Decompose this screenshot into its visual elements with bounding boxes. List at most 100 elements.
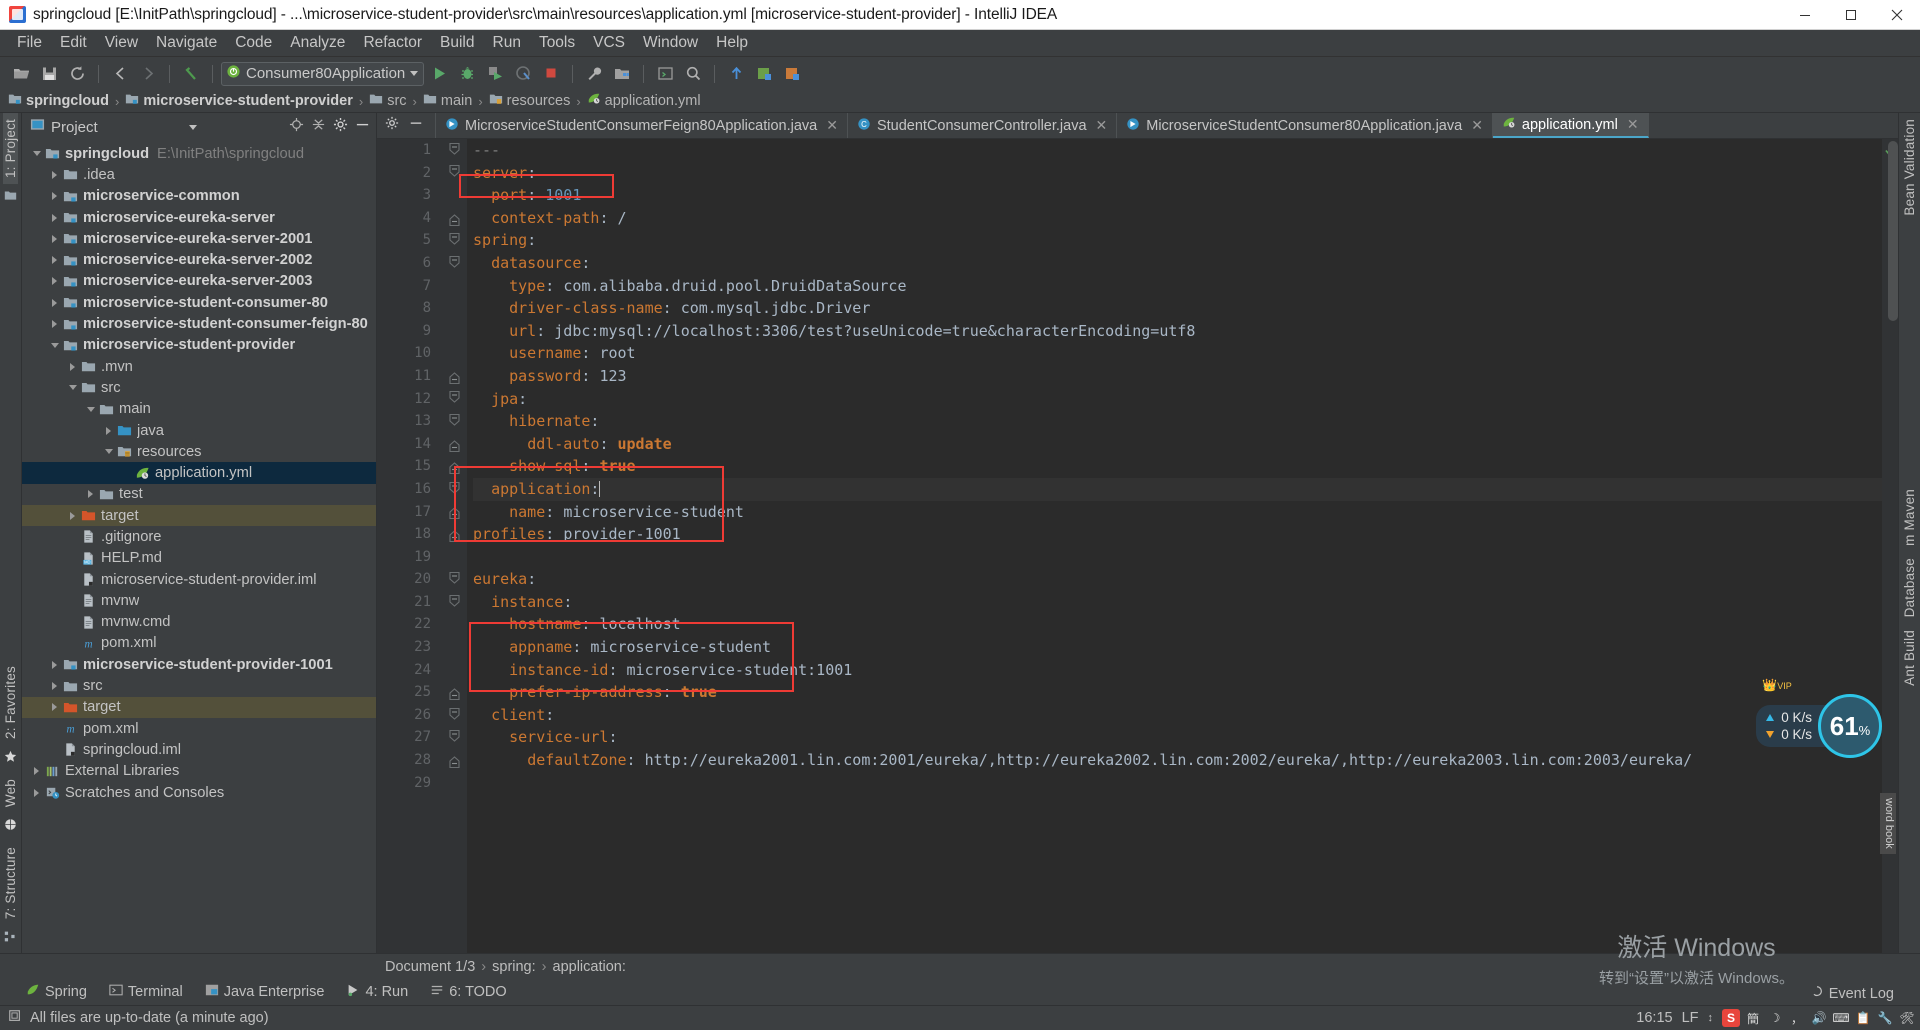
menu-code[interactable]: Code xyxy=(226,31,281,55)
code-line-7[interactable]: type: com.alibaba.druid.pool.DruidDataSo… xyxy=(473,275,1882,298)
menu-vcs[interactable]: VCS xyxy=(584,31,634,55)
tree-node-help-md[interactable]: MD HELP.md xyxy=(22,548,376,569)
code-text-area[interactable]: --- server: port: 1001 context-path: / spr… xyxy=(467,139,1882,953)
fold-region-end-icon[interactable] xyxy=(441,433,467,456)
tree-node-microservice-student-consumer-feign-80[interactable]: microservice-student-consumer-feign-80 xyxy=(22,313,376,334)
toolwindow-java-enterprise[interactable]: Java Enterprise xyxy=(205,983,324,1001)
hide-panel-icon[interactable] xyxy=(409,116,423,135)
code-line-16[interactable]: application: xyxy=(473,477,1882,501)
event-log-button[interactable]: Event Log xyxy=(1810,985,1894,1003)
chevron-right-icon[interactable] xyxy=(48,192,61,201)
close-icon[interactable]: ✕ xyxy=(1096,117,1108,134)
fold-region-end-icon[interactable] xyxy=(441,681,467,704)
settings-gear-icon[interactable] xyxy=(385,116,399,135)
tree-node-scratches-and-consoles[interactable]: Scratches and Consoles xyxy=(22,782,376,803)
code-line-10[interactable]: username: root xyxy=(473,342,1882,365)
chevron-right-icon[interactable] xyxy=(48,660,61,669)
rail-item-project[interactable]: 1: Project xyxy=(3,113,18,185)
tree-node-microservice-student-provider[interactable]: microservice-student-provider xyxy=(22,335,376,356)
tree-node-test[interactable]: test xyxy=(22,484,376,505)
breadcrumb-item-main[interactable]: main xyxy=(423,92,472,110)
chevron-right-icon[interactable] xyxy=(48,298,61,307)
chevron-right-icon[interactable] xyxy=(102,426,115,435)
menu-navigate[interactable]: Navigate xyxy=(147,31,226,55)
tree-node-microservice-student-provider-iml[interactable]: microservice-student-provider.iml xyxy=(22,569,376,590)
editor-scrollbar[interactable] xyxy=(1888,141,1898,321)
close-icon[interactable]: ✕ xyxy=(826,117,838,134)
web-icon[interactable] xyxy=(4,818,17,836)
line-separator-chevron-icon[interactable]: ↕ xyxy=(1708,1012,1714,1024)
star-icon[interactable] xyxy=(4,750,17,768)
code-line-22[interactable]: hostname: localhost xyxy=(473,613,1882,636)
code-line-1[interactable]: --- xyxy=(473,139,1882,162)
chevron-down-icon[interactable] xyxy=(30,151,43,157)
menu-window[interactable]: Window xyxy=(634,31,707,55)
sync-icon[interactable] xyxy=(64,61,90,87)
chevron-down-icon[interactable] xyxy=(102,449,115,455)
toolwindow-todo[interactable]: 6: TODO xyxy=(430,983,507,1001)
code-line-4[interactable]: context-path: / xyxy=(473,207,1882,230)
editor-content[interactable]: 1 2 3 4 5 6 7 8 9 10 11 12 13 14 15 16 17 18 19 20 21 22 23 24 2… xyxy=(377,139,1882,953)
fold-collapse-icon[interactable] xyxy=(441,252,467,275)
tree-node-mvn[interactable]: .mvn xyxy=(22,356,376,377)
code-line-6[interactable]: datasource: xyxy=(473,252,1882,275)
fold-collapse-icon[interactable] xyxy=(441,162,467,185)
fold-collapse-icon[interactable] xyxy=(441,229,467,252)
chevron-right-icon[interactable] xyxy=(66,511,79,520)
chevron-down-icon[interactable] xyxy=(84,406,97,412)
chevron-right-icon[interactable] xyxy=(66,362,79,371)
fold-region-end-icon[interactable] xyxy=(441,365,467,388)
debug-icon[interactable] xyxy=(454,61,480,87)
tree-node-src[interactable]: src xyxy=(22,675,376,696)
code-line-24[interactable]: instance-id: microservice-student:1001 xyxy=(473,659,1882,682)
hide-panel-icon[interactable] xyxy=(355,117,370,137)
save-all-icon[interactable] xyxy=(36,61,62,87)
tree-node-microservice-eureka-server[interactable]: microservice-eureka-server xyxy=(22,207,376,228)
fold-collapse-icon[interactable] xyxy=(441,410,467,433)
tree-node-target[interactable]: target xyxy=(22,696,376,719)
profile-icon[interactable] xyxy=(510,61,536,87)
undo-icon[interactable] xyxy=(178,61,204,87)
tree-node-main[interactable]: main xyxy=(22,399,376,420)
maximize-button[interactable] xyxy=(1828,0,1874,30)
ime-punctuation-icon[interactable]: ， xyxy=(1788,1009,1806,1027)
project-tree[interactable]: springcloud E:\InitPath\springcloud .idea m… xyxy=(22,141,376,953)
tab-application-yml[interactable]: application.yml ✕ xyxy=(1492,113,1649,138)
settings-wrench-icon[interactable] xyxy=(581,61,607,87)
line-separator-indicator[interactable]: LF xyxy=(1682,1010,1699,1026)
rail-item-structure[interactable]: 7: Structure xyxy=(3,841,18,925)
fold-region-end-icon[interactable] xyxy=(441,207,467,230)
stop-icon[interactable] xyxy=(538,61,564,87)
git-update-icon[interactable] xyxy=(723,61,749,87)
open-folder-icon[interactable] xyxy=(8,61,34,87)
code-line-8[interactable]: driver-class-name: com.mysql.jdbc.Driver xyxy=(473,297,1882,320)
chevron-right-icon[interactable] xyxy=(48,213,61,222)
tab-microservice-student-consumer80-application[interactable]: MicroserviceStudentConsumer80Application… xyxy=(1117,113,1493,138)
tree-node-application-yml[interactable]: application.yml xyxy=(22,462,376,484)
code-line-11[interactable]: password: 123 xyxy=(473,365,1882,388)
run-icon[interactable] xyxy=(426,61,452,87)
code-line-25[interactable]: prefer-ip-address: true xyxy=(473,681,1882,704)
ime-chinese-icon[interactable]: 簡 xyxy=(1744,1009,1762,1027)
open-terminal-icon[interactable] xyxy=(652,61,678,87)
chevron-down-icon[interactable] xyxy=(410,71,419,76)
menu-edit[interactable]: Edit xyxy=(51,31,96,55)
minimize-button[interactable] xyxy=(1782,0,1828,30)
code-line-18[interactable]: profiles: provider-1001 xyxy=(473,523,1882,546)
chevron-right-icon[interactable] xyxy=(48,256,61,265)
tree-node-microservice-eureka-server-2003[interactable]: microservice-eureka-server-2003 xyxy=(22,271,376,292)
microphone-icon[interactable]: 🔊 xyxy=(1810,1009,1828,1027)
chevron-down-icon[interactable] xyxy=(189,124,198,130)
ime-mode-icon[interactable]: ☽ xyxy=(1766,1009,1784,1027)
chevron-right-icon[interactable] xyxy=(30,788,43,797)
code-line-14[interactable]: ddl-auto: update xyxy=(473,433,1882,456)
toolwindow-run[interactable]: 4: Run xyxy=(346,983,408,1001)
menu-view[interactable]: View xyxy=(96,31,147,55)
fold-collapse-icon[interactable] xyxy=(441,388,467,411)
code-line-23[interactable]: appname: microservice-student xyxy=(473,636,1882,659)
code-line-17[interactable]: name: microservice-student xyxy=(473,501,1882,524)
sogou-ime-icon[interactable]: S xyxy=(1722,1009,1740,1027)
code-line-20[interactable]: eureka: xyxy=(473,568,1882,591)
chevron-right-icon[interactable] xyxy=(84,490,97,499)
fold-region-end-icon[interactable] xyxy=(441,523,467,546)
